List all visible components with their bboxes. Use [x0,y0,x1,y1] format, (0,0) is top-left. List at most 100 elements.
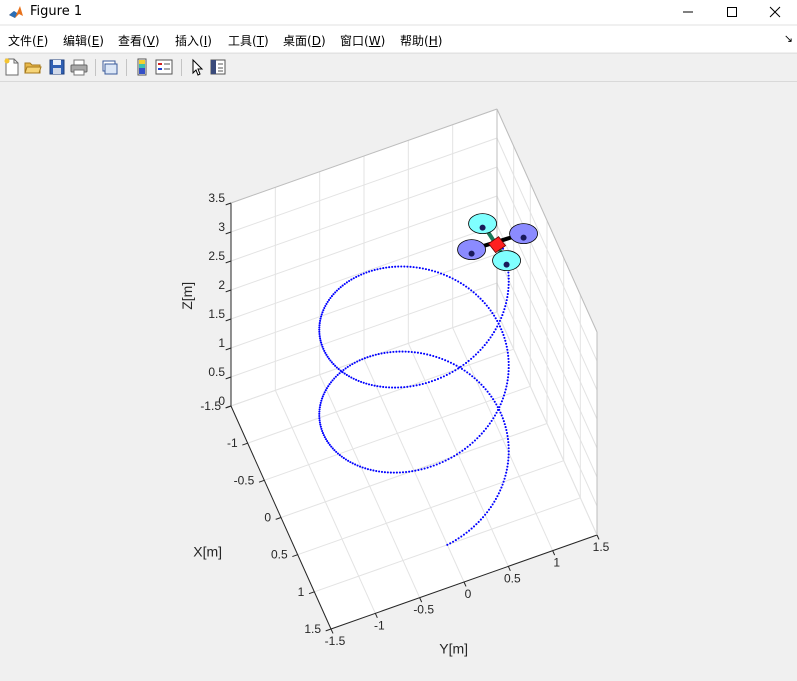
trajectory-point [506,465,509,468]
trajectory-point [483,344,486,347]
trajectory-point [394,386,397,389]
trajectory-point [477,520,480,524]
trajectory-point [507,354,510,357]
trajectory-point [371,354,375,357]
trajectory-point [501,314,504,317]
trajectory-point [330,445,333,448]
trajectory-point [460,367,464,370]
figure-canvas[interactable]: -1.5 -1 -0.5 0 0.5 1 1.5 -1.5 -1 -0.5 0 0.5 1 1.5 0 0.5… [0,81,797,678]
trajectory-point [385,266,388,269]
quad-motor [479,224,486,231]
trajectory-point [325,387,329,390]
new-figure-icon[interactable] [3,58,21,76]
trajectory-point [411,470,414,473]
trajectory-point [507,450,510,453]
trajectory-point [370,384,373,387]
trajectory-point [382,385,385,389]
trajectory-point [506,462,509,465]
trajectory-point [329,359,332,362]
trajectory-point [339,286,342,289]
minimize-button[interactable] [665,0,711,24]
trajectory-point [375,469,378,473]
trajectory-point [470,527,473,530]
x-tick [325,628,332,632]
menu-insert[interactable]: 插入(I) [175,32,212,49]
trajectory-point [503,308,506,311]
trajectory-point [481,346,484,349]
trajectory-point [319,339,322,342]
trajectory-point [470,289,473,292]
x-tick-label: -0.5 [234,473,255,487]
trajectory-point [454,539,457,542]
trajectory-point [507,456,510,459]
trajectory-point [354,463,357,466]
menu-help[interactable]: 帮助(H) [400,32,442,49]
trajectory-point [438,356,441,360]
quad-motor [520,234,527,241]
trajectory-point [505,299,508,302]
menu-edit[interactable]: 编辑(E) [63,32,104,49]
menu-file[interactable]: 文件(F) [8,32,48,49]
trajectory-point [505,431,509,435]
trajectory-point [429,354,432,357]
trajectory-point [506,292,509,296]
open-icon[interactable] [24,58,42,76]
trajectory-point [395,471,398,474]
trajectory-point [400,265,403,268]
trajectory-point [413,351,416,354]
trajectory-point [467,359,470,362]
trajectory-point [446,543,449,546]
trajectory-point [388,266,391,269]
trajectory-point [321,432,325,435]
trajectory-point [388,386,391,389]
trajectory-point [505,471,508,474]
print-icon[interactable] [70,58,88,76]
trajectory-point [318,324,321,327]
trajectory-point [319,423,322,426]
trajectory-point [505,345,508,348]
x-axis-label: X[m] [193,543,222,559]
trajectory-point [336,373,339,377]
dock-arrow-icon[interactable]: ↘ [784,32,793,45]
trajectory-point [506,435,509,438]
trajectory-point [474,353,477,356]
trajectory-point [444,459,447,462]
trajectory-point [480,383,483,386]
trajectory-point [504,426,507,429]
save-icon[interactable] [48,58,66,76]
z-tick [225,347,232,351]
trajectory-point [498,325,502,328]
matlab-icon [9,6,23,18]
trajectory-point [495,411,498,414]
trajectory-point [433,270,437,273]
edit-plot-icon[interactable] [188,58,206,76]
trajectory-point [502,311,505,314]
menu-desktop[interactable]: 桌面(D) [283,32,326,49]
menu-window[interactable]: 窗口(W) [340,32,385,49]
trajectory-point [491,333,494,336]
close-button[interactable] [753,0,797,24]
trajectory-point [378,470,381,473]
trajectory-point [507,271,510,274]
trajectory-point [319,337,322,340]
trajectory-point [479,297,482,300]
axes-3d[interactable]: -1.5-1-0.500.511.5-1.5-1-0.500.511.500.5… [0,81,797,678]
menu-tools[interactable]: 工具(T) [228,32,269,49]
property-inspector-icon[interactable] [209,58,227,76]
trajectory-point [499,411,502,414]
trajectory-point [318,332,321,336]
menu-view[interactable]: 查看(V) [118,32,160,49]
trajectory-point [397,265,400,268]
colorbar-icon[interactable] [133,58,151,76]
trajectory-point [369,468,372,471]
trajectory-point [447,360,450,363]
maximize-button[interactable] [709,0,755,24]
trajectory-point [361,358,364,361]
trajectory-point [345,281,348,284]
trajectory-point [480,432,483,435]
legend-icon[interactable] [155,58,173,76]
x-tick-label: 0 [264,510,271,524]
trajectory-point [494,497,497,501]
trajectory-point [342,368,345,372]
link-plot-icon[interactable] [101,58,119,76]
